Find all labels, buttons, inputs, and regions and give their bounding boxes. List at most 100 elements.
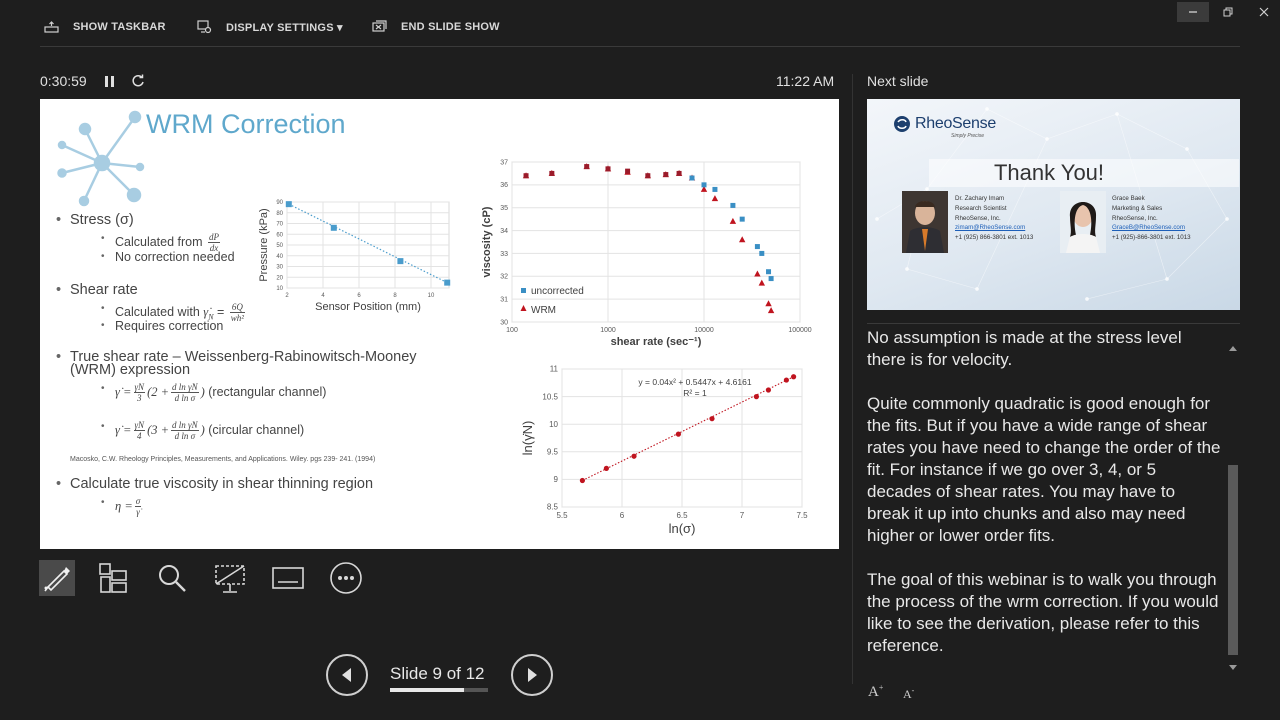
person-photo-1	[902, 191, 948, 253]
numerator: σ	[134, 496, 142, 507]
bullet-stress: Stress (σ)	[56, 212, 134, 228]
next-slide-label: Next slide	[867, 73, 929, 89]
more-options-button[interactable]	[328, 560, 364, 596]
person-name: Dr. Zachary Imam	[955, 195, 1005, 202]
y-axis-label: ln(γ̇N)	[520, 421, 535, 456]
increase-font-button[interactable]: A+	[868, 683, 883, 701]
person-name: Grace Baek	[1112, 195, 1145, 202]
bullet-text: (circular channel)	[208, 422, 305, 437]
bullet-true-shear: True shear rate – Weissenberg-Rabinowits…	[56, 350, 417, 378]
x-tick-label: 100000	[788, 327, 811, 334]
legend-marker-wrm	[520, 305, 527, 311]
uncorrected-point	[605, 166, 611, 172]
x-tick-label: 4	[321, 293, 325, 299]
y-tick-label: 11	[550, 365, 559, 374]
uncorrected-point	[759, 250, 765, 256]
taskbar-icon	[44, 21, 59, 33]
data-point	[444, 279, 451, 286]
person-role: Research Scientist	[955, 204, 1007, 212]
end-slide-show-button[interactable]: END SLIDE SHOW	[372, 16, 500, 38]
next-slide-button[interactable]	[511, 654, 553, 696]
denominator: d ln σ	[174, 393, 196, 403]
x-tick-label: 5.5	[556, 511, 568, 520]
reference-citation: Macosko, C.W. Rheology Principles, Measu…	[70, 456, 376, 463]
y-tick-label: 70	[276, 222, 283, 228]
notes-paragraph: The goal of this webinar is to walk you …	[867, 570, 1219, 655]
scroll-thumb[interactable]	[1228, 465, 1238, 655]
pen-tool-button[interactable]	[39, 560, 75, 596]
more-icon	[330, 562, 362, 594]
close-button[interactable]	[1248, 2, 1280, 22]
x-tick-label: 7	[740, 511, 745, 520]
y-axis-label: Pressure (kPa)	[258, 208, 270, 281]
y-axis-label: viscosity (cP)	[481, 206, 493, 277]
person-company: RheoSense, Inc.	[955, 214, 1001, 222]
previous-slide-button[interactable]	[326, 654, 368, 696]
avatar	[902, 191, 948, 253]
scroll-down-icon	[1229, 665, 1237, 670]
minimize-button[interactable]	[1177, 2, 1209, 22]
show-taskbar-button[interactable]: SHOW TASKBAR	[44, 16, 166, 38]
y-tick-label: 34	[500, 228, 508, 235]
scroll-up-button[interactable]	[1228, 339, 1238, 351]
y-tick-label: 40	[276, 254, 283, 260]
y-tick-label: 37	[500, 159, 508, 166]
speaker-notes[interactable]: No assumption is made at the stress leve…	[867, 330, 1222, 662]
uncorrected-point	[584, 164, 590, 170]
restart-icon	[132, 74, 144, 87]
y-tick-label: 10	[276, 286, 283, 292]
numerator: γ̇N	[133, 420, 146, 431]
sub-bullet-rect: γ̇ =γ̇N3(2 +d ln γ̇Nd ln σ) (rectangular…	[101, 382, 326, 403]
restore-button[interactable]	[1212, 2, 1244, 22]
data-point	[330, 224, 337, 231]
minimize-icon	[1189, 11, 1197, 13]
x-tick-label: 6	[357, 293, 361, 299]
fraction: γ̇N 3	[133, 382, 146, 403]
fraction: σ γ̇	[134, 496, 142, 517]
x-tick-label: 10	[428, 293, 435, 299]
slide-counter[interactable]: Slide 9 of 12	[390, 664, 485, 684]
decrease-font-button[interactable]: A-	[903, 686, 914, 702]
pause-timer-button[interactable]	[103, 74, 117, 90]
denominator: 3	[137, 393, 142, 403]
denominator: d ln σ	[174, 431, 196, 441]
bullet-text: Stress (σ)	[70, 212, 134, 228]
person-info: Dr. Zachary Imam Research Scientist Rheo…	[955, 194, 1033, 243]
math-text: η =	[115, 498, 133, 513]
uncorrected-point	[701, 182, 707, 188]
presenter-toolbar: SHOW TASKBAR DISPLAY SETTINGS ▾ END SLID…	[0, 0, 1280, 54]
pen-icon	[44, 567, 70, 592]
rheosense-logo: RheoSense	[893, 115, 996, 133]
next-slide-preview[interactable]: RheoSense Simply Precise Thank You! Dr. …	[867, 99, 1240, 310]
pressure-chart: 10 20 30 40 50 60 70 80 90 2 4 6 8 10 Sensor Position …	[258, 200, 451, 313]
data-point	[783, 377, 789, 383]
person-role: Marketing & Sales	[1112, 204, 1163, 212]
current-slide[interactable]: WRM Correction Stress (σ) Calculated fro…	[40, 99, 839, 549]
zoom-button[interactable]	[154, 560, 190, 596]
uncorrected-point	[768, 276, 774, 282]
x-tick-label: 10000	[694, 327, 714, 334]
scroll-up-icon	[1229, 346, 1237, 351]
uncorrected-point	[676, 170, 682, 176]
see-all-slides-button[interactable]	[96, 560, 132, 596]
rheosense-logo-mark	[894, 116, 910, 132]
notes-divider	[867, 323, 1240, 324]
y-tick-label: 36	[500, 182, 508, 189]
subtitles-button[interactable]	[270, 560, 306, 596]
uncorrected-point	[739, 216, 745, 222]
end-show-icon	[372, 20, 387, 32]
fraction: d ln γ̇N d ln σ	[171, 382, 199, 403]
magnifier-icon	[159, 565, 186, 592]
notes-paragraph: No assumption is made at the stress leve…	[867, 330, 1222, 371]
y-tick-label: 80	[276, 211, 283, 217]
restart-timer-button[interactable]	[130, 73, 146, 89]
black-screen-button[interactable]	[212, 560, 248, 596]
equals: =	[213, 304, 228, 319]
display-settings-button[interactable]: DISPLAY SETTINGS ▾	[197, 16, 343, 38]
person-company: RheoSense, Inc.	[1112, 214, 1158, 222]
scroll-down-button[interactable]	[1228, 659, 1238, 670]
uncorrected-point	[766, 269, 772, 275]
data-point	[753, 394, 759, 400]
subtitles-icon	[272, 567, 304, 589]
notes-text: there is for velocity.	[867, 350, 1013, 369]
